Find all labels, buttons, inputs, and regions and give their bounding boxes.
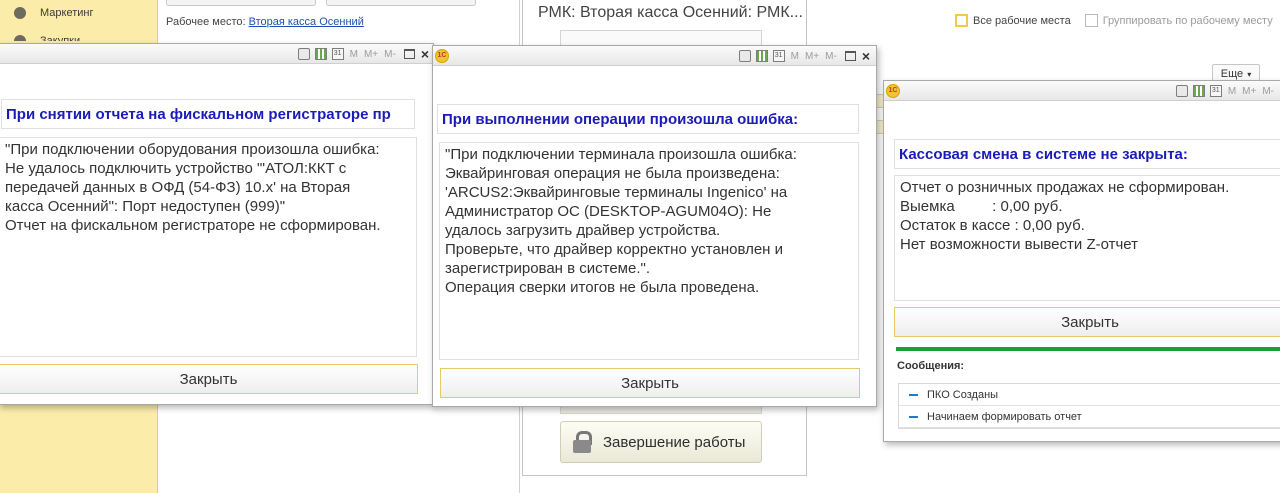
finish-work-label: Завершение работы	[603, 433, 746, 451]
memory-minus-button[interactable]: M-	[384, 49, 396, 60]
calendar-icon[interactable]: 31	[331, 48, 344, 60]
dialog-heading: При выполнении операции произошла ошибка…	[437, 104, 859, 134]
memory-minus-button[interactable]: M-	[1262, 86, 1274, 97]
calendar-icon[interactable]: 31	[772, 50, 785, 62]
maximize-icon[interactable]	[844, 51, 856, 61]
memory-plus-button[interactable]: M+	[805, 51, 819, 62]
app-logo-icon: 1С	[886, 84, 900, 98]
table-icon[interactable]	[314, 48, 327, 60]
dialog-titlebar: 1С 31 M M+ M-	[884, 81, 1280, 101]
message-marker-icon	[909, 393, 918, 396]
memory-button[interactable]: M	[791, 51, 799, 62]
dialog-message: "При подключении оборудования произошла …	[0, 137, 417, 357]
finish-work-button[interactable]: Завершение работы	[560, 421, 762, 463]
message-marker-icon	[909, 415, 918, 418]
hidden-button-2[interactable]	[326, 0, 476, 6]
close-icon[interactable]: ×	[862, 49, 870, 63]
dialog-message: Отчет о розничных продажах не сформирова…	[894, 175, 1280, 301]
workplace-label: Рабочее место:	[166, 16, 246, 28]
list-item[interactable]: Начинаем формировать отчет	[899, 406, 1280, 428]
all-workplaces-label: Все рабочие места	[973, 14, 1071, 27]
memory-button[interactable]: M	[1228, 86, 1236, 97]
memory-plus-button[interactable]: M+	[1242, 86, 1256, 97]
messages-label: Сообщения:	[897, 360, 965, 372]
dialog-titlebar: 1С 31 M M+ M- ×	[433, 46, 876, 66]
chevron-down-icon: ▾	[1247, 69, 1252, 79]
filter-bar: Все рабочие места Группировать по рабоче…	[955, 14, 1273, 27]
list-item[interactable]: ПКО Созданы	[899, 384, 1280, 406]
lock-icon	[573, 431, 592, 453]
pie-chart-icon	[14, 7, 26, 19]
calendar-icon[interactable]: 31	[1209, 85, 1222, 97]
sidebar-item-label: Маркетинг	[40, 7, 94, 19]
message-text: Начинаем формировать отчет	[927, 410, 1082, 423]
sidebar-item-marketing[interactable]: Маркетинг	[14, 3, 93, 23]
all-workplaces-checkbox[interactable]	[955, 14, 968, 27]
app-logo-icon: 1С	[435, 49, 449, 63]
more-button-label: Еще	[1220, 68, 1244, 80]
workplace-info: Рабочее место: Вторая касса Осенний	[166, 16, 364, 28]
table-icon[interactable]	[755, 50, 768, 62]
dialog-message: "При подключении терминала произошла оши…	[439, 142, 859, 360]
close-button[interactable]: Закрыть	[894, 307, 1280, 337]
error-dialog-terminal: 1С 31 M M+ M- × При выполнении операции …	[432, 45, 877, 407]
memory-plus-button[interactable]: M+	[364, 49, 378, 60]
printer-icon[interactable]	[1175, 85, 1188, 97]
group-by-workplace-checkbox[interactable]	[1084, 14, 1098, 27]
message-text: ПКО Созданы	[927, 388, 999, 401]
hidden-button-1[interactable]	[166, 0, 316, 6]
table-icon[interactable]	[1192, 85, 1205, 97]
printer-icon[interactable]	[738, 50, 751, 62]
memory-button[interactable]: M	[350, 49, 358, 60]
close-button[interactable]: Закрыть	[440, 368, 860, 398]
memory-minus-button[interactable]: M-	[825, 51, 837, 62]
close-icon[interactable]: ×	[421, 47, 429, 61]
error-dialog-fiscal: 31 M M+ M- × При снятии отчета на фискал…	[0, 43, 434, 405]
rmk-title: РМК: Вторая касса Осенний: РМК...	[538, 4, 803, 21]
close-button[interactable]: Закрыть	[0, 364, 418, 394]
dialog-heading: Кассовая смена в системе не закрыта:	[894, 139, 1280, 169]
group-by-workplace-label: Группировать по рабочему месту	[1102, 14, 1273, 27]
messages-list: ПКО Созданы Начинаем формировать отчет	[898, 383, 1280, 429]
separator-bar	[896, 347, 1280, 351]
printer-icon[interactable]	[297, 48, 310, 60]
shift-not-closed-dialog: 1С 31 M M+ M- Кассовая смена в системе н…	[883, 80, 1280, 442]
workplace-link[interactable]: Вторая касса Осенний	[249, 16, 364, 28]
dialog-heading: При снятии отчета на фискальном регистра…	[1, 99, 415, 129]
maximize-icon[interactable]	[403, 49, 415, 59]
dialog-titlebar: 31 M M+ M- ×	[0, 44, 433, 64]
